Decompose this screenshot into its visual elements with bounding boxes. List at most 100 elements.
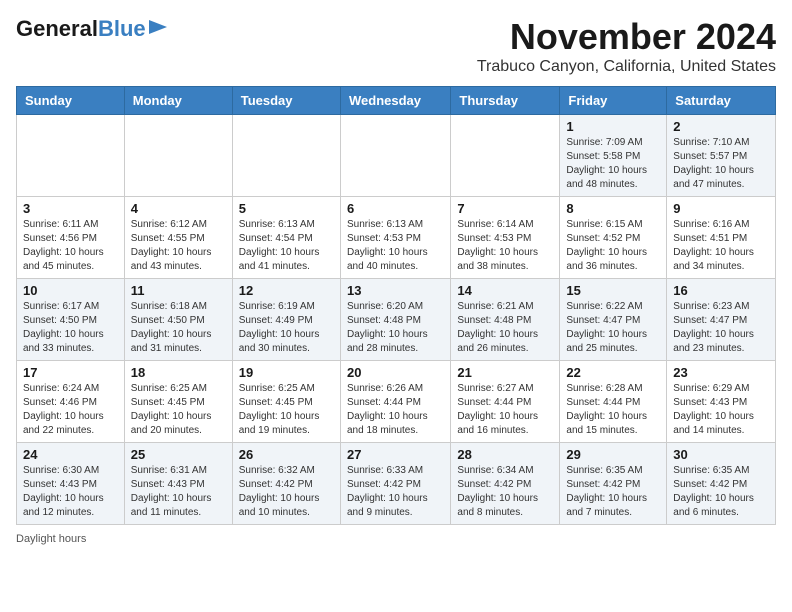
day-number: 24 xyxy=(23,447,118,462)
day-info: Sunrise: 6:24 AM Sunset: 4:46 PM Dayligh… xyxy=(23,382,118,438)
logo-blue: Blue xyxy=(98,16,146,41)
footer-note: Daylight hours xyxy=(16,533,776,545)
weekday-header-tuesday: Tuesday xyxy=(232,87,340,115)
day-info: Sunrise: 6:17 AM Sunset: 4:50 PM Dayligh… xyxy=(23,300,118,356)
logo-arrow-icon xyxy=(149,18,167,41)
day-number: 23 xyxy=(673,365,769,380)
day-info: Sunrise: 6:23 AM Sunset: 4:47 PM Dayligh… xyxy=(673,300,769,356)
calendar-cell xyxy=(232,115,340,197)
day-info: Sunrise: 6:15 AM Sunset: 4:52 PM Dayligh… xyxy=(566,218,660,274)
day-number: 27 xyxy=(347,447,444,462)
weekday-header-friday: Friday xyxy=(560,87,667,115)
calendar-cell: 8 Sunrise: 6:15 AM Sunset: 4:52 PM Daylig… xyxy=(560,197,667,279)
title-area: November 2024 Trabuco Canyon, California… xyxy=(477,16,776,76)
calendar-cell: 25 Sunrise: 6:31 AM Sunset: 4:43 PM Dayli… xyxy=(124,443,232,525)
calendar-cell xyxy=(124,115,232,197)
day-number: 3 xyxy=(23,201,118,216)
day-number: 4 xyxy=(131,201,226,216)
day-number: 13 xyxy=(347,283,444,298)
calendar-cell: 9 Sunrise: 6:16 AM Sunset: 4:51 PM Daylig… xyxy=(667,197,776,279)
calendar-cell: 24 Sunrise: 6:30 AM Sunset: 4:43 PM Dayli… xyxy=(17,443,125,525)
day-info: Sunrise: 6:25 AM Sunset: 4:45 PM Dayligh… xyxy=(239,382,334,438)
day-info: Sunrise: 7:09 AM Sunset: 5:58 PM Dayligh… xyxy=(566,136,660,192)
day-info: Sunrise: 6:35 AM Sunset: 4:42 PM Dayligh… xyxy=(566,464,660,520)
day-info: Sunrise: 6:30 AM Sunset: 4:43 PM Dayligh… xyxy=(23,464,118,520)
day-info: Sunrise: 6:16 AM Sunset: 4:51 PM Dayligh… xyxy=(673,218,769,274)
weekday-header-sunday: Sunday xyxy=(17,87,125,115)
day-info: Sunrise: 6:29 AM Sunset: 4:43 PM Dayligh… xyxy=(673,382,769,438)
calendar-cell: 10 Sunrise: 6:17 AM Sunset: 4:50 PM Dayli… xyxy=(17,279,125,361)
day-number: 7 xyxy=(457,201,553,216)
day-number: 1 xyxy=(566,119,660,134)
weekday-header-monday: Monday xyxy=(124,87,232,115)
day-number: 30 xyxy=(673,447,769,462)
day-number: 26 xyxy=(239,447,334,462)
logo: GeneralBlue xyxy=(16,16,167,42)
day-number: 25 xyxy=(131,447,226,462)
day-number: 18 xyxy=(131,365,226,380)
day-number: 21 xyxy=(457,365,553,380)
day-info: Sunrise: 6:26 AM Sunset: 4:44 PM Dayligh… xyxy=(347,382,444,438)
day-info: Sunrise: 6:25 AM Sunset: 4:45 PM Dayligh… xyxy=(131,382,226,438)
calendar-week-row: 3 Sunrise: 6:11 AM Sunset: 4:56 PM Daylig… xyxy=(17,197,776,279)
day-number: 15 xyxy=(566,283,660,298)
calendar-week-row: 17 Sunrise: 6:24 AM Sunset: 4:46 PM Dayli… xyxy=(17,361,776,443)
calendar-cell: 7 Sunrise: 6:14 AM Sunset: 4:53 PM Daylig… xyxy=(451,197,560,279)
calendar-cell: 15 Sunrise: 6:22 AM Sunset: 4:47 PM Dayli… xyxy=(560,279,667,361)
calendar-cell: 27 Sunrise: 6:33 AM Sunset: 4:42 PM Dayli… xyxy=(340,443,450,525)
calendar-cell: 26Sunrise: 6:32 AM Sunset: 4:42 PM Dayli… xyxy=(232,443,340,525)
weekday-header-wednesday: Wednesday xyxy=(340,87,450,115)
day-info: Sunrise: 6:19 AM Sunset: 4:49 PM Dayligh… xyxy=(239,300,334,356)
day-number: 8 xyxy=(566,201,660,216)
day-info: Sunrise: 6:33 AM Sunset: 4:42 PM Dayligh… xyxy=(347,464,444,520)
day-number: 11 xyxy=(131,283,226,298)
day-number: 12 xyxy=(239,283,334,298)
day-info: Sunrise: 6:35 AM Sunset: 4:42 PM Dayligh… xyxy=(673,464,769,520)
day-info: Sunrise: 6:20 AM Sunset: 4:48 PM Dayligh… xyxy=(347,300,444,356)
calendar-cell: 19 Sunrise: 6:25 AM Sunset: 4:45 PM Dayli… xyxy=(232,361,340,443)
calendar-cell: 11 Sunrise: 6:18 AM Sunset: 4:50 PM Dayli… xyxy=(124,279,232,361)
calendar-cell: 30 Sunrise: 6:35 AM Sunset: 4:42 PM Dayli… xyxy=(667,443,776,525)
day-info: Sunrise: 7:10 AM Sunset: 5:57 PM Dayligh… xyxy=(673,136,769,192)
day-number: 19 xyxy=(239,365,334,380)
day-info: Sunrise: 6:18 AM Sunset: 4:50 PM Dayligh… xyxy=(131,300,226,356)
weekday-header-row: SundayMondayTuesdayWednesdayThursdayFrid… xyxy=(17,87,776,115)
day-number: 22 xyxy=(566,365,660,380)
day-number: 29 xyxy=(566,447,660,462)
calendar-cell xyxy=(340,115,450,197)
calendar-cell: 1 Sunrise: 7:09 AM Sunset: 5:58 PM Daylig… xyxy=(560,115,667,197)
day-number: 20 xyxy=(347,365,444,380)
day-number: 14 xyxy=(457,283,553,298)
day-number: 10 xyxy=(23,283,118,298)
logo-general: General xyxy=(16,16,98,41)
calendar-cell: 28Sunrise: 6:34 AM Sunset: 4:42 PM Dayli… xyxy=(451,443,560,525)
day-info: Sunrise: 6:12 AM Sunset: 4:55 PM Dayligh… xyxy=(131,218,226,274)
day-number: 17 xyxy=(23,365,118,380)
location-title: Trabuco Canyon, California, United State… xyxy=(477,58,776,76)
calendar-cell: 5Sunrise: 6:13 AM Sunset: 4:54 PM Daylig… xyxy=(232,197,340,279)
calendar-cell: 29 Sunrise: 6:35 AM Sunset: 4:42 PM Dayli… xyxy=(560,443,667,525)
logo-text: GeneralBlue xyxy=(16,16,146,42)
calendar-week-row: 10 Sunrise: 6:17 AM Sunset: 4:50 PM Dayli… xyxy=(17,279,776,361)
day-number: 28 xyxy=(457,447,553,462)
calendar-table: SundayMondayTuesdayWednesdayThursdayFrid… xyxy=(16,86,776,525)
calendar-cell: 23 Sunrise: 6:29 AM Sunset: 4:43 PM Dayli… xyxy=(667,361,776,443)
day-number: 9 xyxy=(673,201,769,216)
calendar-week-row: 1 Sunrise: 7:09 AM Sunset: 5:58 PM Daylig… xyxy=(17,115,776,197)
day-info: Sunrise: 6:14 AM Sunset: 4:53 PM Dayligh… xyxy=(457,218,553,274)
daylight-label: Daylight hours xyxy=(16,533,86,545)
calendar-cell: 2Sunrise: 7:10 AM Sunset: 5:57 PM Daylig… xyxy=(667,115,776,197)
day-number: 6 xyxy=(347,201,444,216)
calendar-cell: 17 Sunrise: 6:24 AM Sunset: 4:46 PM Dayli… xyxy=(17,361,125,443)
day-info: Sunrise: 6:28 AM Sunset: 4:44 PM Dayligh… xyxy=(566,382,660,438)
day-info: Sunrise: 6:13 AM Sunset: 4:53 PM Dayligh… xyxy=(347,218,444,274)
calendar-cell: 20 Sunrise: 6:26 AM Sunset: 4:44 PM Dayli… xyxy=(340,361,450,443)
day-info: Sunrise: 6:31 AM Sunset: 4:43 PM Dayligh… xyxy=(131,464,226,520)
calendar-week-row: 24 Sunrise: 6:30 AM Sunset: 4:43 PM Dayli… xyxy=(17,443,776,525)
day-info: Sunrise: 6:11 AM Sunset: 4:56 PM Dayligh… xyxy=(23,218,118,274)
day-info: Sunrise: 6:13 AM Sunset: 4:54 PM Dayligh… xyxy=(239,218,334,274)
calendar-cell: 18 Sunrise: 6:25 AM Sunset: 4:45 PM Dayli… xyxy=(124,361,232,443)
day-info: Sunrise: 6:22 AM Sunset: 4:47 PM Dayligh… xyxy=(566,300,660,356)
calendar-cell: 22 Sunrise: 6:28 AM Sunset: 4:44 PM Dayli… xyxy=(560,361,667,443)
calendar-cell: 12 Sunrise: 6:19 AM Sunset: 4:49 PM Dayli… xyxy=(232,279,340,361)
